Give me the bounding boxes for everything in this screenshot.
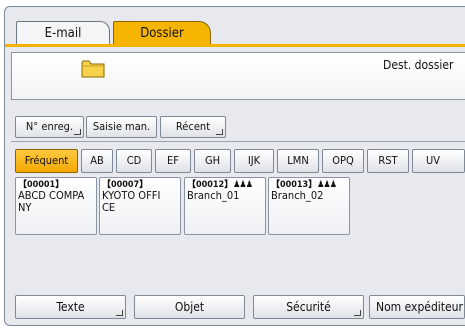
index-tab-opq[interactable]: OPQ [322,149,364,173]
index-tab-label: Fréquent [24,154,69,167]
index-tab-ab[interactable]: AB [81,149,113,173]
destination-entry[interactable]: 【00007】 KYOTO OFFI CE [99,177,181,235]
entry-name-line2: NY [18,201,32,214]
entry-name-line1: Branch_02 [271,189,324,202]
entry-name-line2: CE [102,201,116,214]
recent-button[interactable]: Récent [160,116,226,138]
index-tab-gh[interactable]: GH [194,149,231,173]
index-tab-cd[interactable]: CD [116,149,152,173]
destination-entry[interactable]: 【00012】♟♟♟ Branch_01 [184,177,266,235]
index-tab-lmn[interactable]: LMN [277,149,319,173]
entry-name-line1: Branch_01 [187,189,240,202]
index-tab-label: UV [426,154,441,167]
index-tab-label: IJK [247,154,261,167]
reg-number-button[interactable]: N° enreg. [15,116,84,138]
recent-label: Récent [175,120,211,133]
tab-email[interactable]: E-mail [16,21,110,45]
object-button-label: Objet [174,300,205,314]
tab-dossier-label: Dossier [140,26,184,41]
index-tab-frequent[interactable]: Fréquent [15,149,78,173]
index-tab-label: EF [167,154,179,167]
index-tab-ijk[interactable]: IJK [234,149,274,173]
tab-email-label: E-mail [44,26,82,41]
sender-name-button[interactable]: Nom expéditeur [369,295,465,319]
tab-dossier[interactable]: Dossier [113,21,211,45]
divider [11,141,465,142]
corner-mark-icon [354,310,361,316]
index-tab-uv[interactable]: UV [412,149,465,173]
text-button[interactable]: Texte [15,295,126,319]
index-tab-label: CD [126,154,142,167]
index-tab-label: RST [378,154,398,167]
index-tab-label: LMN [287,154,309,167]
destination-field: Dest. dossier [11,52,465,100]
index-tab-label: AB [90,154,104,167]
destination-label: Dest. dossier [383,58,454,72]
folder-icon [81,60,105,78]
corner-mark-icon [116,310,123,316]
text-button-label: Texte [56,300,85,314]
security-button[interactable]: Sécurité [253,295,364,319]
object-button[interactable]: Objet [134,295,245,319]
manual-entry-button[interactable]: Saisie man. [86,116,157,138]
index-tab-ef[interactable]: EF [155,149,191,173]
sender-name-label: Nom expéditeur [376,300,463,314]
manual-entry-label: Saisie man. [92,120,151,133]
security-button-label: Sécurité [286,300,331,314]
destination-entry[interactable]: 【00001】 ABCD COMPA NY [15,177,97,235]
index-tab-label: GH [204,154,221,167]
index-tab-rst[interactable]: RST [367,149,409,173]
corner-mark-icon [216,129,223,135]
destination-entry[interactable]: 【00013】♟♟♟ Branch_02 [268,177,350,235]
corner-mark-icon [74,129,81,135]
reg-number-label: N° enreg. [25,120,74,133]
tab-underline [5,44,465,47]
index-tab-label: OPQ [332,154,354,167]
